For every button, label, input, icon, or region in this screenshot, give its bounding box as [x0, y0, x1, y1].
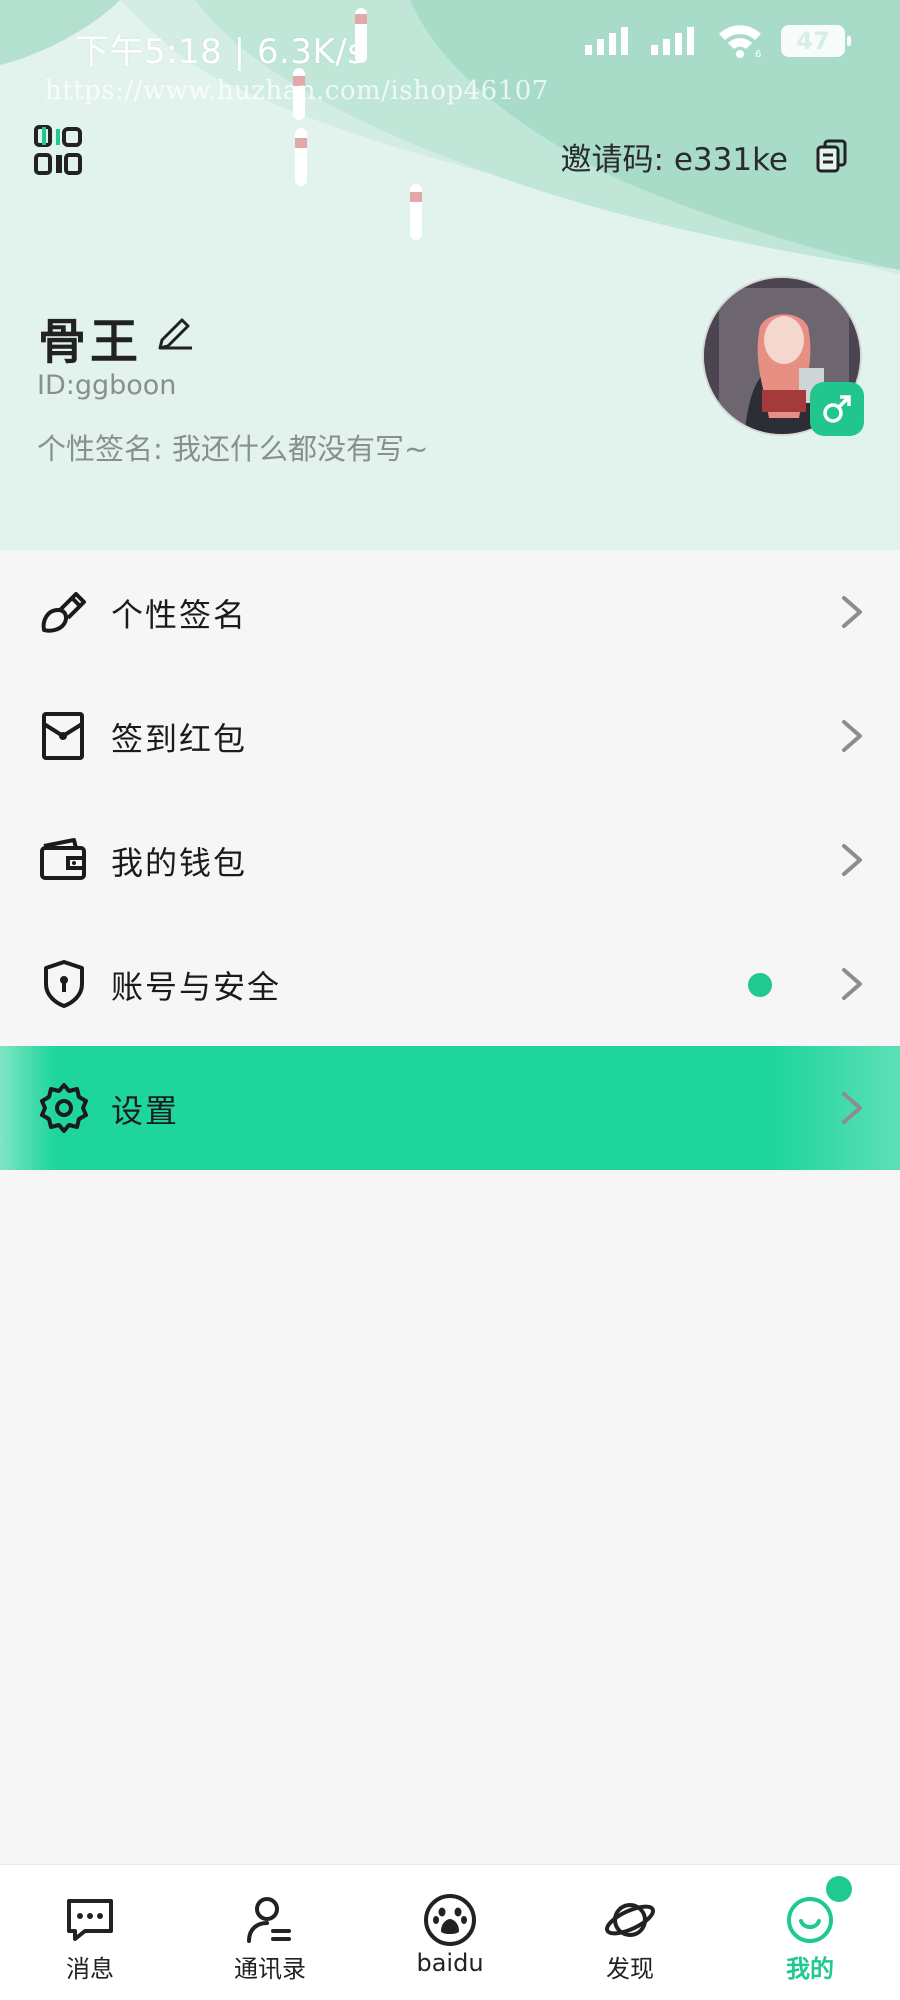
bottom-navigation: 消息 通讯录 baidu 发现 我的: [0, 1864, 900, 2000]
smile-icon: [787, 1897, 833, 1943]
signal-icon: [585, 27, 628, 55]
chevron-right-icon: [842, 596, 862, 628]
menu-item-label: 设置: [111, 1092, 180, 1130]
menu-item-checkin-redpacket[interactable]: 签到红包: [0, 674, 900, 798]
gear-icon: [40, 1083, 88, 1133]
nav-discover[interactable]: 发现: [540, 1865, 720, 2000]
battery-level: 47: [796, 27, 830, 55]
signal-icon-2: [651, 27, 694, 55]
wallet-icon: [40, 838, 86, 880]
watermark-text: https://www.huzhan.com/ishop46107: [45, 76, 549, 106]
nav-label: baidu: [416, 1949, 484, 1977]
wifi-icon: 6: [719, 25, 761, 58]
contacts-icon: [247, 1897, 291, 1943]
notification-dot: [748, 973, 772, 997]
male-icon: [823, 395, 851, 423]
chevron-right-icon: [842, 720, 862, 752]
menu-item-label: 我的钱包: [111, 844, 248, 882]
username: 骨王: [38, 314, 143, 370]
menu-item-signature[interactable]: 个性签名: [0, 550, 900, 674]
battery-indicator: 47: [781, 25, 851, 57]
shield-icon: [44, 960, 84, 1008]
chevron-right-icon: [842, 968, 862, 1000]
nav-mine[interactable]: 我的: [720, 1865, 900, 2000]
chat-icon: [67, 1899, 113, 1941]
profile-menu: 个性签名 签到红包 我的钱包 账号与安全 设置: [0, 550, 900, 1170]
svg-text:6: 6: [755, 49, 761, 58]
menu-item-account-security[interactable]: 账号与安全: [0, 922, 900, 1046]
red-envelope-icon: [42, 712, 84, 760]
nav-contacts[interactable]: 通讯录: [180, 1865, 360, 2000]
nav-messages[interactable]: 消息: [0, 1865, 180, 2000]
brush-icon: [41, 592, 86, 633]
profile-header: 下午5:18 | 6.3K/s 6 47 https://www.huzhan.…: [0, 0, 900, 550]
profile-signature: 个性签名: 我还什么都没有写~: [37, 432, 429, 466]
qr-code-icon[interactable]: [34, 125, 84, 175]
menu-item-label: 个性签名: [111, 596, 248, 634]
gender-male-badge: [810, 382, 864, 436]
menu-item-label: 账号与安全: [111, 968, 282, 1006]
status-icons: 6 47: [585, 24, 851, 58]
menu-item-wallet[interactable]: 我的钱包: [0, 798, 900, 922]
menu-item-settings[interactable]: 设置: [0, 1046, 900, 1170]
nav-baidu[interactable]: baidu: [360, 1865, 540, 2000]
copy-icon[interactable]: [816, 139, 848, 173]
chevron-right-icon: [842, 844, 862, 876]
invite-code: 邀请码: e331ke: [560, 142, 788, 178]
chevron-right-icon: [842, 1092, 862, 1124]
planet-icon: [605, 1903, 655, 1937]
user-id: ID:ggboon: [37, 370, 177, 401]
nav-label: 我的: [786, 1955, 834, 1983]
nav-label: 消息: [66, 1955, 114, 1983]
nav-notification-dot: [826, 1876, 852, 1902]
baidu-paw-icon: [424, 1894, 476, 1946]
nav-label: 通讯录: [234, 1955, 306, 1983]
status-time-speed: 下午5:18 | 6.3K/s: [75, 32, 366, 72]
edit-pencil-icon[interactable]: [156, 312, 194, 350]
menu-item-label: 签到红包: [111, 720, 248, 758]
nav-label: 发现: [606, 1955, 654, 1983]
